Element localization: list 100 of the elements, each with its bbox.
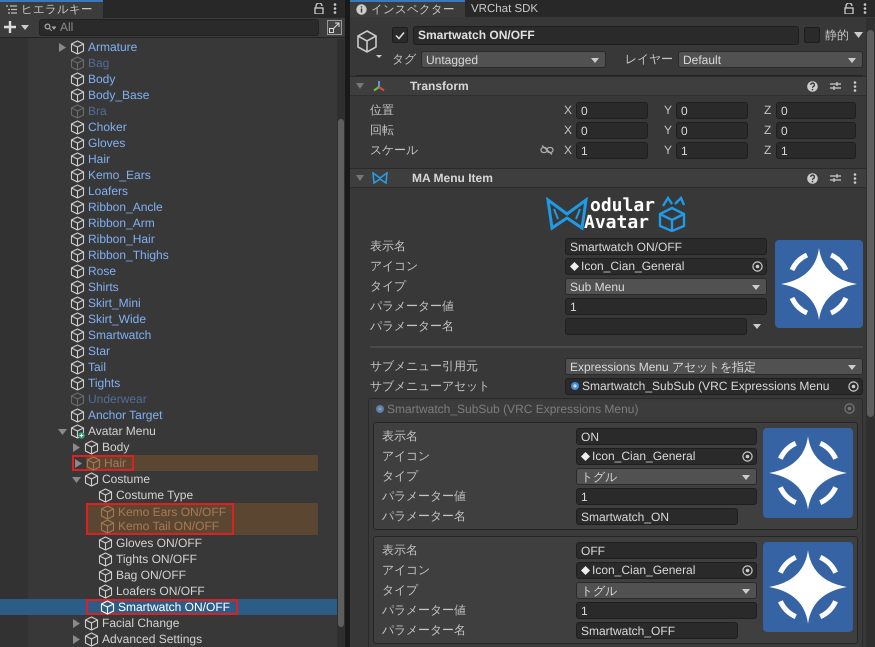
tree-row[interactable]: Ribbon_Hair (0, 231, 337, 247)
tree-row[interactable]: Skirt_Wide (0, 311, 337, 327)
caret-icon[interactable] (753, 324, 761, 328)
tree-row[interactable]: Armature (0, 39, 337, 55)
tree-row[interactable]: Gloves (0, 135, 337, 151)
lock-icon[interactable] (844, 3, 854, 14)
tree-label: Underwear (88, 392, 147, 406)
property-label: 表示名 (382, 542, 419, 558)
expand-arrow-icon[interactable] (72, 618, 81, 628)
object-picker-icon[interactable] (848, 380, 859, 392)
tree-row[interactable]: Smartwatch (0, 327, 337, 343)
tree-row[interactable]: Loafers (0, 183, 337, 199)
cube-icon[interactable] (356, 29, 384, 61)
text-field[interactable]: 1 (565, 298, 767, 314)
number-field[interactable]: 0 (576, 122, 648, 138)
cube-icon (70, 168, 85, 182)
object-field[interactable]: Icon_Cian_General (565, 258, 767, 274)
expand-arrow-icon[interactable] (58, 42, 67, 52)
text-field[interactable]: Smartwatch ON/OFF (565, 238, 767, 254)
chain-link-icon[interactable] (540, 145, 554, 155)
expand-arrow-icon[interactable] (72, 474, 81, 484)
dropdown[interactable]: Sub Menu (565, 278, 767, 294)
tree-row[interactable]: Costume (0, 471, 337, 487)
maximize-icon[interactable] (327, 20, 342, 35)
tree-row[interactable]: Tail (0, 359, 337, 375)
fold-arrow-icon[interactable] (356, 82, 364, 90)
tree-row[interactable]: Ribbon_Arm (0, 215, 337, 231)
help-icon[interactable] (807, 172, 818, 184)
number-field[interactable]: 0 (776, 122, 856, 138)
object-picker-icon[interactable] (752, 260, 763, 272)
property-label: パラメーター値 (370, 298, 455, 314)
tree-row[interactable]: Ribbon_Thighs (0, 247, 337, 263)
inspector-tab[interactable]: VRChat SDK (465, 0, 548, 17)
object-picker-icon[interactable] (742, 564, 753, 576)
axis-label: X (564, 123, 574, 137)
cube-icon (70, 296, 85, 310)
kebab-menu-icon[interactable] (863, 3, 867, 14)
component-header[interactable]: Transform (350, 76, 869, 96)
tag-dropdown[interactable]: Untagged (421, 50, 606, 68)
static-checkbox[interactable] (804, 27, 820, 43)
tree-row[interactable]: Hair (0, 151, 337, 167)
expand-arrow-icon[interactable] (72, 442, 81, 452)
expand-arrow-icon[interactable] (74, 458, 83, 468)
add-dropdown-icon[interactable] (3, 20, 31, 34)
tree-row[interactable]: Bag ON/OFF (0, 567, 337, 583)
inspector-tab[interactable]: インスペクター (350, 0, 465, 17)
caret-icon[interactable] (854, 32, 863, 38)
tree-label: Costume Type (116, 488, 194, 502)
object-field[interactable]: Smartwatch_SubSub (VRC Expressions Menu (565, 378, 863, 394)
number-field[interactable]: 0 (676, 102, 748, 118)
tree-row[interactable]: Advanced Settings (0, 631, 337, 647)
tree-row[interactable]: Avatar Menu (0, 423, 337, 439)
tree-row[interactable]: Gloves ON/OFF (0, 535, 337, 551)
tree-row[interactable]: Shirts (0, 279, 337, 295)
cube-icon (70, 328, 85, 342)
tree-row[interactable]: Body (0, 71, 337, 87)
dropdown[interactable]: Expressions Menu アセットを指定 (565, 358, 863, 374)
number-field[interactable]: 0 (776, 102, 856, 118)
expand-arrow-icon[interactable] (72, 634, 81, 644)
number-field[interactable]: 1 (776, 142, 856, 158)
layer-dropdown[interactable]: Default (678, 50, 863, 68)
tree-row[interactable]: Costume Type (0, 487, 337, 503)
tree-row[interactable]: Kemo_Ears (0, 167, 337, 183)
tree-row[interactable]: Facial Change (0, 615, 337, 631)
component-header[interactable]: MA Menu Item (350, 168, 869, 188)
name-field[interactable]: Smartwatch ON/OFF (413, 26, 799, 44)
tree-row[interactable]: Tights (0, 375, 337, 391)
sliders-icon[interactable] (830, 81, 841, 91)
text-field[interactable] (565, 318, 747, 334)
tree-row[interactable]: Loafers ON/OFF (0, 583, 337, 599)
kebab-menu-icon[interactable] (853, 80, 857, 92)
property-label: サブメニュー引用元 (370, 358, 479, 374)
active-checkbox[interactable] (392, 27, 408, 43)
kebab-menu-icon[interactable] (853, 172, 857, 184)
tree-row[interactable]: Body_Base (0, 87, 337, 103)
search-field[interactable]: All (39, 18, 319, 36)
expand-arrow-icon[interactable] (58, 426, 67, 436)
tree-row[interactable]: Star (0, 343, 337, 359)
lock-icon[interactable] (314, 3, 324, 14)
number-field[interactable]: 0 (676, 122, 748, 138)
object-picker-icon (844, 403, 855, 414)
tree-row[interactable]: Anchor Target (0, 407, 337, 423)
object-picker-icon[interactable] (742, 450, 753, 462)
tree-row[interactable]: Body (0, 439, 337, 455)
scrollbar[interactable] (866, 18, 875, 647)
number-field[interactable]: 1 (576, 142, 648, 158)
hierarchy-tab[interactable]: ヒエラルキー (0, 0, 103, 18)
tree-row[interactable]: Choker (0, 119, 337, 135)
tree-row[interactable]: Skirt_Mini (0, 295, 337, 311)
tree-row[interactable]: Rose (0, 263, 337, 279)
fold-arrow-icon[interactable] (356, 174, 364, 182)
sliders-icon[interactable] (830, 173, 841, 183)
kebab-menu-icon[interactable] (333, 3, 337, 14)
tree-row[interactable]: Smartwatch ON/OFF (0, 599, 337, 615)
scrollbar[interactable] (337, 39, 345, 647)
tree-row[interactable]: Ribbon_Ancle (0, 199, 337, 215)
help-icon[interactable] (807, 80, 818, 92)
number-field[interactable]: 1 (676, 142, 748, 158)
tree-row[interactable]: Tights ON/OFF (0, 551, 337, 567)
number-field[interactable]: 0 (576, 102, 648, 118)
